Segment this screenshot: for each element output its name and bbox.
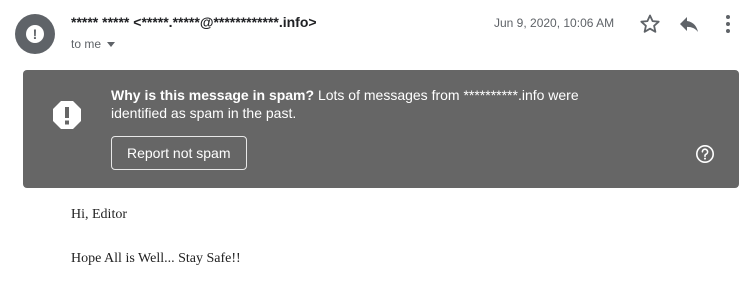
sender-name: ***** *****	[71, 14, 130, 30]
star-outline-icon	[640, 14, 660, 33]
warning-icon	[53, 101, 81, 129]
chevron-down-icon	[107, 41, 116, 47]
more-options-button[interactable]	[716, 12, 740, 36]
spam-warning-banner: Why is this message in spam? Lots of mes…	[23, 70, 739, 188]
sender-avatar[interactable]: !	[15, 14, 55, 54]
more-vert-icon	[726, 15, 730, 33]
reply-icon	[680, 17, 698, 32]
recipient-details-toggle[interactable]: to me	[71, 37, 116, 51]
report-not-spam-button[interactable]: Report not spam	[111, 136, 247, 170]
spam-question: Why is this message in spam?	[111, 87, 315, 103]
warning-icon: !	[26, 25, 44, 43]
recipient-label: to me	[71, 37, 102, 51]
message-text: Hope All is Well... Stay Safe!!	[71, 251, 241, 266]
sender-email: <*****.*****@************.info>	[133, 14, 317, 30]
reply-button[interactable]	[677, 12, 701, 36]
sender-line[interactable]: ***** ***** <*****.*****@************.in…	[71, 14, 317, 30]
help-circle-icon[interactable]	[695, 144, 715, 164]
spam-explanation: Why is this message in spam? Lots of mes…	[111, 86, 581, 122]
star-button[interactable]	[638, 12, 662, 36]
message-greeting: Hi, Editor	[71, 207, 127, 222]
message-date: Jun 9, 2020, 10:06 AM	[494, 16, 615, 30]
